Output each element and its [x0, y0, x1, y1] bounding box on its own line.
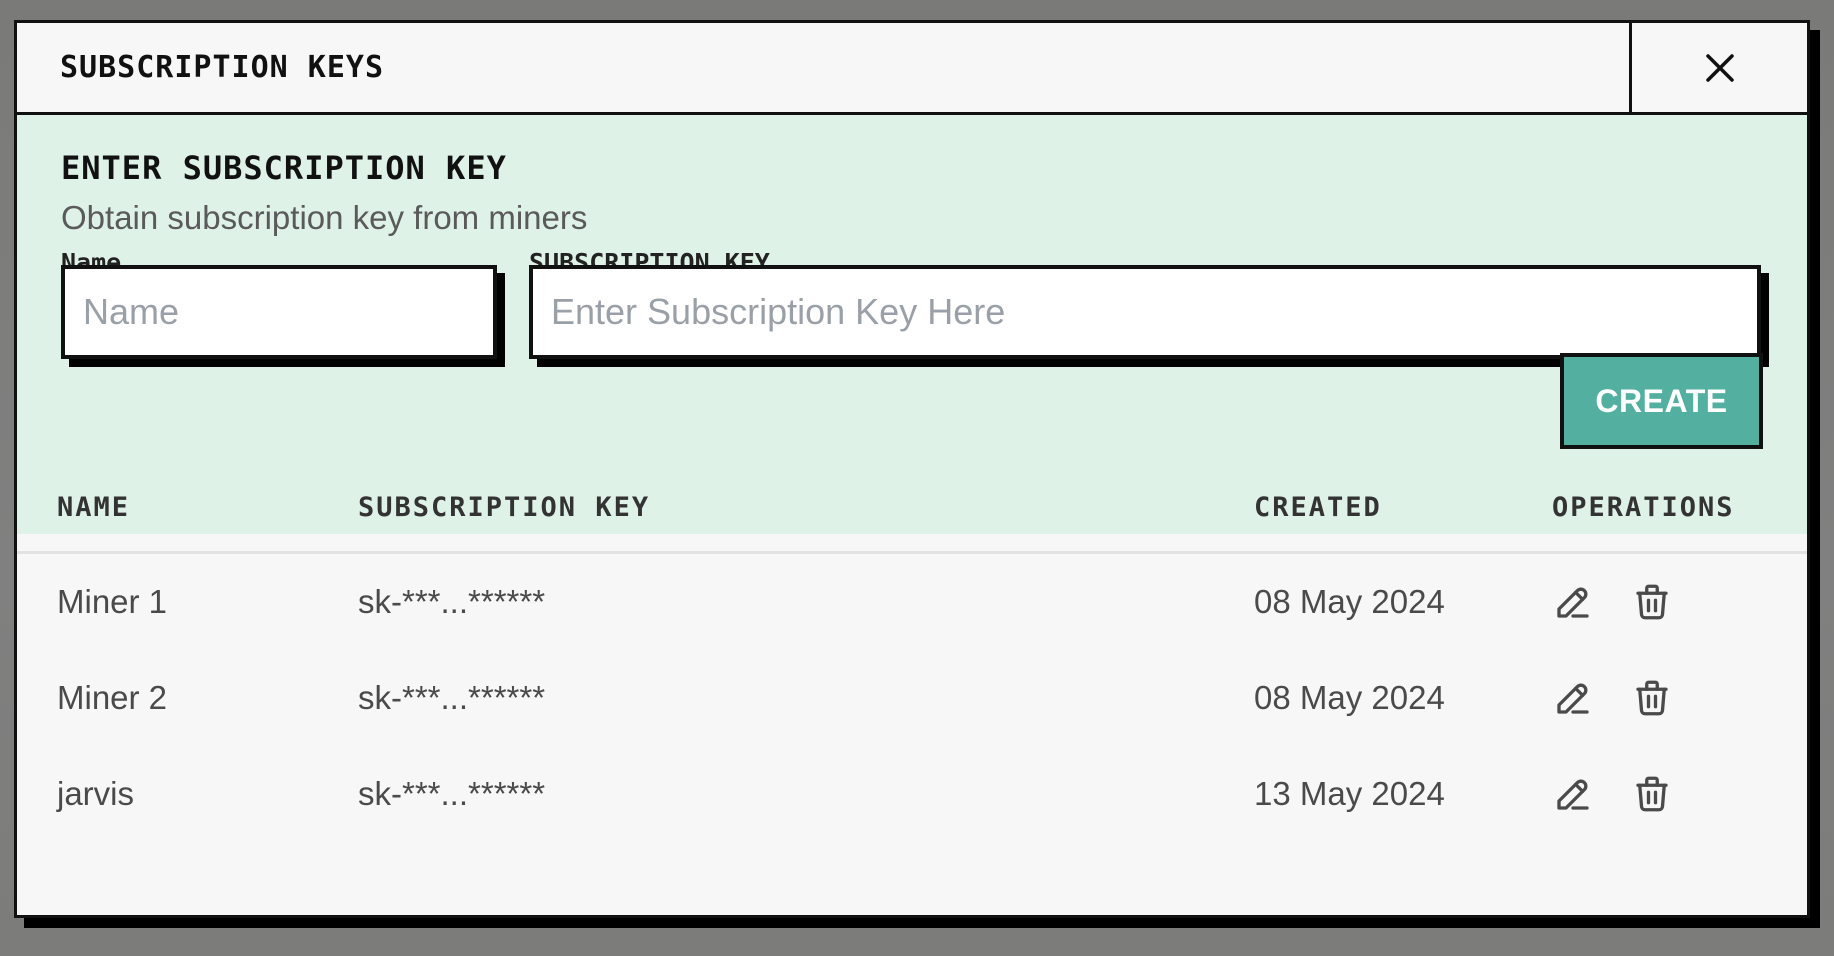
form-title: ENTER SUBSCRIPTION KEY — [61, 149, 507, 187]
close-icon — [1705, 53, 1734, 82]
subscription-keys-modal: SUBSCRIPTION KEYS ENTER SUBSCRIPTION KEY… — [14, 20, 1810, 918]
edit-icon[interactable] — [1552, 677, 1594, 719]
header-operations: OPERATIONS — [1552, 492, 1735, 523]
table-header: NAME SUBSCRIPTION KEY CREATED OPERATIONS — [17, 462, 1807, 554]
trash-icon[interactable] — [1631, 773, 1673, 815]
edit-icon[interactable] — [1552, 773, 1594, 815]
row-name: Miner 2 — [57, 679, 168, 716]
row-name: Miner 1 — [57, 583, 168, 620]
trash-icon[interactable] — [1631, 581, 1673, 623]
row-created: 08 May 2024 — [1254, 679, 1445, 716]
form-subtitle: Obtain subscription key from miners — [61, 199, 588, 236]
name-input[interactable] — [61, 265, 497, 359]
header-created: CREATED — [1254, 492, 1382, 523]
subscription-key-input[interactable] — [529, 265, 1761, 359]
header-name: NAME — [57, 492, 131, 523]
trash-icon[interactable] — [1631, 677, 1673, 719]
modal-title: SUBSCRIPTION KEYS — [60, 50, 385, 85]
row-created: 08 May 2024 — [1254, 583, 1445, 620]
row-created: 13 May 2024 — [1254, 775, 1445, 812]
row-key: sk-***...****** — [358, 583, 546, 620]
row-key: sk-***...****** — [358, 679, 546, 716]
table-row: jarvis sk-***...****** 13 May 2024 — [17, 746, 1807, 842]
row-name: jarvis — [57, 775, 135, 812]
subscription-keys-table: NAME SUBSCRIPTION KEY CREATED OPERATIONS… — [17, 462, 1807, 842]
modal-header: SUBSCRIPTION KEYS — [17, 23, 1807, 115]
header-subscription-key: SUBSCRIPTION KEY — [358, 492, 651, 523]
table-row: Miner 1 sk-***...****** 08 May 2024 — [17, 554, 1807, 650]
row-key: sk-***...****** — [358, 775, 546, 812]
edit-icon[interactable] — [1552, 581, 1594, 623]
close-button[interactable] — [1629, 23, 1807, 112]
table-row: Miner 2 sk-***...****** 08 May 2024 — [17, 650, 1807, 746]
create-button[interactable]: CREATE — [1560, 353, 1763, 449]
